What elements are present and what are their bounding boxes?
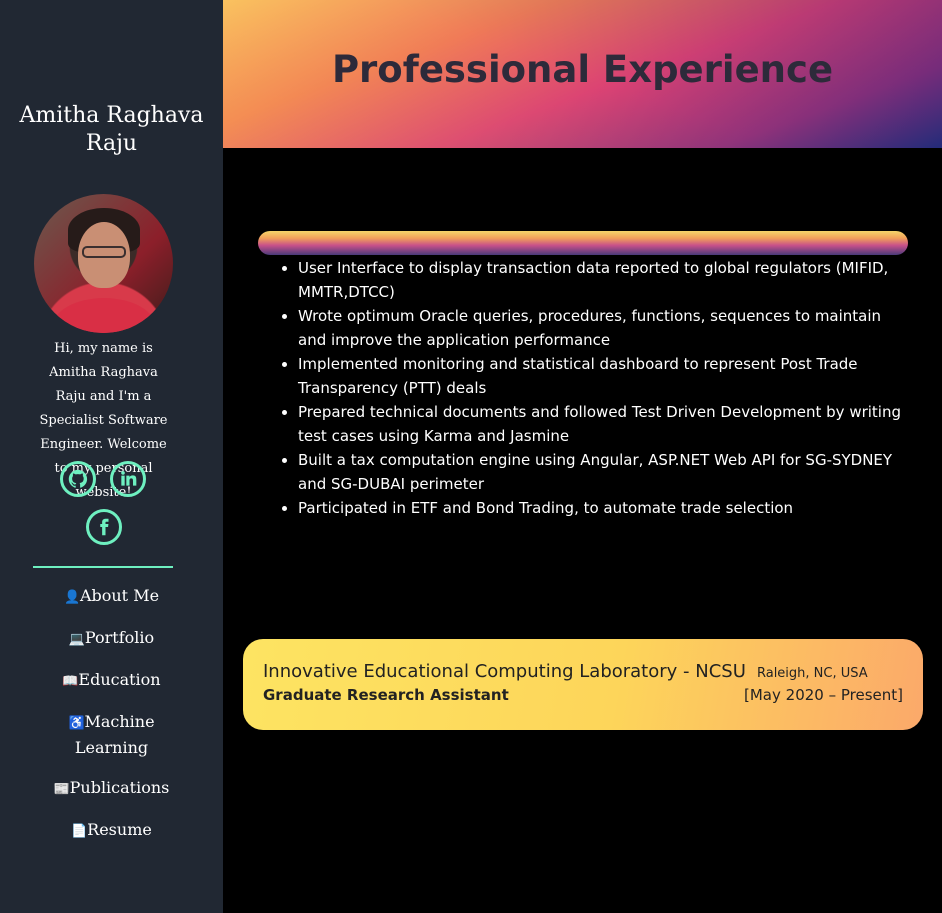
- avatar: [34, 194, 173, 333]
- user-icon: 👤: [63, 590, 81, 605]
- file-icon: 📄: [71, 824, 88, 839]
- list-item: Implemented monitoring and statistical d…: [298, 352, 908, 400]
- experience-bullets: User Interface to display transaction da…: [258, 256, 908, 520]
- list-item: Prepared technical documents and followe…: [298, 400, 908, 448]
- sidebar-item-about-me[interactable]: 👤About Me: [32, 584, 192, 610]
- sidebar-item-publications[interactable]: 📰Publications: [32, 776, 192, 802]
- list-item: Wrote optimum Oracle queries, procedures…: [298, 304, 908, 352]
- page-title: Professional Experience: [331, 47, 834, 91]
- github-icon[interactable]: [60, 461, 96, 497]
- organization-name: Innovative Educational Computing Laborat…: [263, 661, 746, 682]
- sidebar-item-portfolio[interactable]: 💻Portfolio: [32, 626, 192, 652]
- universal-access-icon: ♿: [68, 716, 85, 731]
- date-range: [May 2020 – Present]: [744, 686, 903, 704]
- sidebar-item-education[interactable]: 📖Education: [32, 668, 192, 694]
- sidebar-divider: [33, 566, 173, 568]
- experience-card[interactable]: Innovative Educational Computing Laborat…: [243, 639, 923, 730]
- laptop-icon: 💻: [68, 632, 86, 647]
- newspaper-icon: 📰: [53, 782, 70, 797]
- profile-name: Amitha Raghava Raju: [19, 103, 204, 156]
- sidebar: Amitha Raghava Raju Hi, my name is Amith…: [0, 0, 223, 913]
- book-icon: 📖: [62, 674, 79, 689]
- social-links: [0, 460, 223, 550]
- list-item: Built a tax computation engine using Ang…: [298, 448, 908, 496]
- page-header: Professional Experience: [223, 0, 942, 148]
- experience-bar[interactable]: [258, 231, 908, 255]
- sidebar-item-machine-learning[interactable]: ♿Machine Learning: [57, 710, 167, 760]
- sidebar-item-resume[interactable]: 📄Resume: [32, 818, 192, 844]
- facebook-icon[interactable]: [86, 509, 122, 545]
- list-item: User Interface to display transaction da…: [298, 256, 908, 304]
- list-item: Participated in ETF and Bond Trading, to…: [298, 496, 908, 520]
- role-title: Graduate Research Assistant: [263, 686, 509, 704]
- sidebar-nav: 👤About Me 💻Portfolio 📖Education ♿Machine…: [0, 584, 223, 844]
- location-text: Raleigh, NC, USA: [756, 666, 868, 681]
- linkedin-icon[interactable]: [110, 461, 146, 497]
